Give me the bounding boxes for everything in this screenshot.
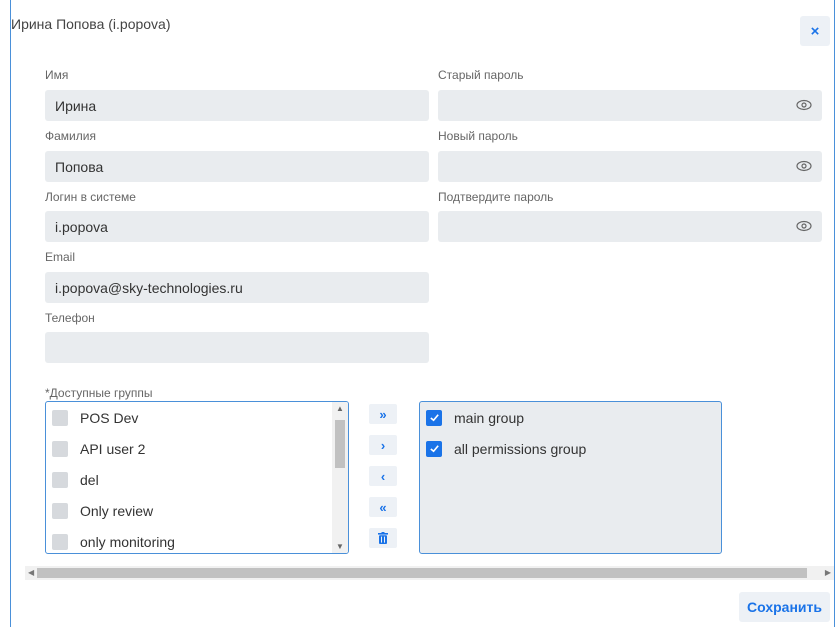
first-name-field[interactable]: Ирина [45,90,429,121]
group-name: only monitoring [80,533,175,550]
last-name-field[interactable]: Попова [45,151,429,182]
scroll-down-icon[interactable]: ▼ [336,542,344,551]
email-label: Email [45,250,76,264]
checkbox[interactable] [52,440,68,457]
first-name-value: Ирина [55,97,97,114]
group-name: POS Dev [80,409,139,426]
phone-label: Телефон [45,311,95,325]
double-chevron-left-icon: « [379,499,387,515]
list-item[interactable]: only monitoring [46,526,175,553]
vertical-scrollbar[interactable]: ▲ ▼ [332,402,348,553]
list-item[interactable]: API user 2 [46,433,145,464]
new-password-label: Новый пароль [438,129,518,143]
list-item[interactable]: main group [420,402,524,433]
checkbox-checked[interactable] [426,440,442,457]
confirm-password-field[interactable] [438,211,822,242]
dialog-title: Ирина Попова (i.popova) [11,16,171,32]
eye-icon[interactable] [796,219,812,233]
trash-icon [378,532,388,544]
checkbox[interactable] [52,471,68,488]
move-left-button[interactable]: ‹ [369,466,397,486]
scroll-up-icon[interactable]: ▲ [336,404,344,413]
group-name: main group [454,409,525,426]
first-name-label: Имя [45,68,69,82]
confirm-password-label: Подтвердите пароль [438,190,554,204]
check-icon [429,414,439,422]
save-button[interactable]: Сохранить [739,592,830,622]
scroll-left-icon[interactable]: ◀ [28,568,34,577]
checkbox[interactable] [52,409,68,426]
email-value: i.popova@sky-technologies.ru [55,279,243,296]
checkbox[interactable] [52,502,68,519]
move-all-left-button[interactable]: « [369,497,397,517]
eye-icon[interactable] [796,98,812,112]
delete-button[interactable] [369,528,397,548]
scrollbar-thumb[interactable] [37,568,807,578]
groups-label: *Доступные группы [45,386,153,400]
group-name: del [80,471,99,488]
checkbox-checked[interactable] [426,409,442,426]
eye-icon[interactable] [796,159,812,173]
list-item[interactable]: all permissions group [420,433,586,464]
scroll-right-icon[interactable]: ▶ [825,568,831,577]
move-all-right-button[interactable]: » [369,404,397,424]
double-chevron-right-icon: » [379,406,387,422]
list-item[interactable]: del [46,464,99,495]
login-field[interactable]: i.popova [45,211,429,242]
last-name-value: Попова [55,158,104,175]
group-name: all permissions group [454,440,587,457]
checkbox[interactable] [52,533,68,550]
last-name-label: Фамилия [45,129,96,143]
close-icon: × [810,22,820,40]
phone-field[interactable] [45,332,429,363]
close-button[interactable]: × [800,16,830,46]
chevron-right-icon: › [380,437,386,453]
scrollbar-thumb[interactable] [335,420,345,468]
move-right-button[interactable]: › [369,435,397,455]
check-icon [429,445,439,453]
group-name: Only review [80,502,154,519]
group-name: API user 2 [80,440,146,457]
login-label: Логин в системе [45,190,136,204]
list-item[interactable]: POS Dev [46,402,138,433]
new-password-field[interactable] [438,151,822,182]
old-password-label: Старый пароль [438,68,524,82]
available-groups-list[interactable]: POS Dev API user 2 del Only review only … [45,401,349,554]
selected-groups-list[interactable]: main group all permissions group [419,401,722,554]
old-password-field[interactable] [438,90,822,121]
email-field[interactable]: i.popova@sky-technologies.ru [45,272,429,303]
user-edit-dialog: Ирина Попова (i.popova) × Имя Ирина Фами… [10,0,835,627]
login-value: i.popova [55,218,108,235]
list-item[interactable]: Only review [46,495,153,526]
horizontal-scrollbar[interactable]: ◀ ▶ [25,566,834,580]
chevron-left-icon: ‹ [380,468,386,484]
